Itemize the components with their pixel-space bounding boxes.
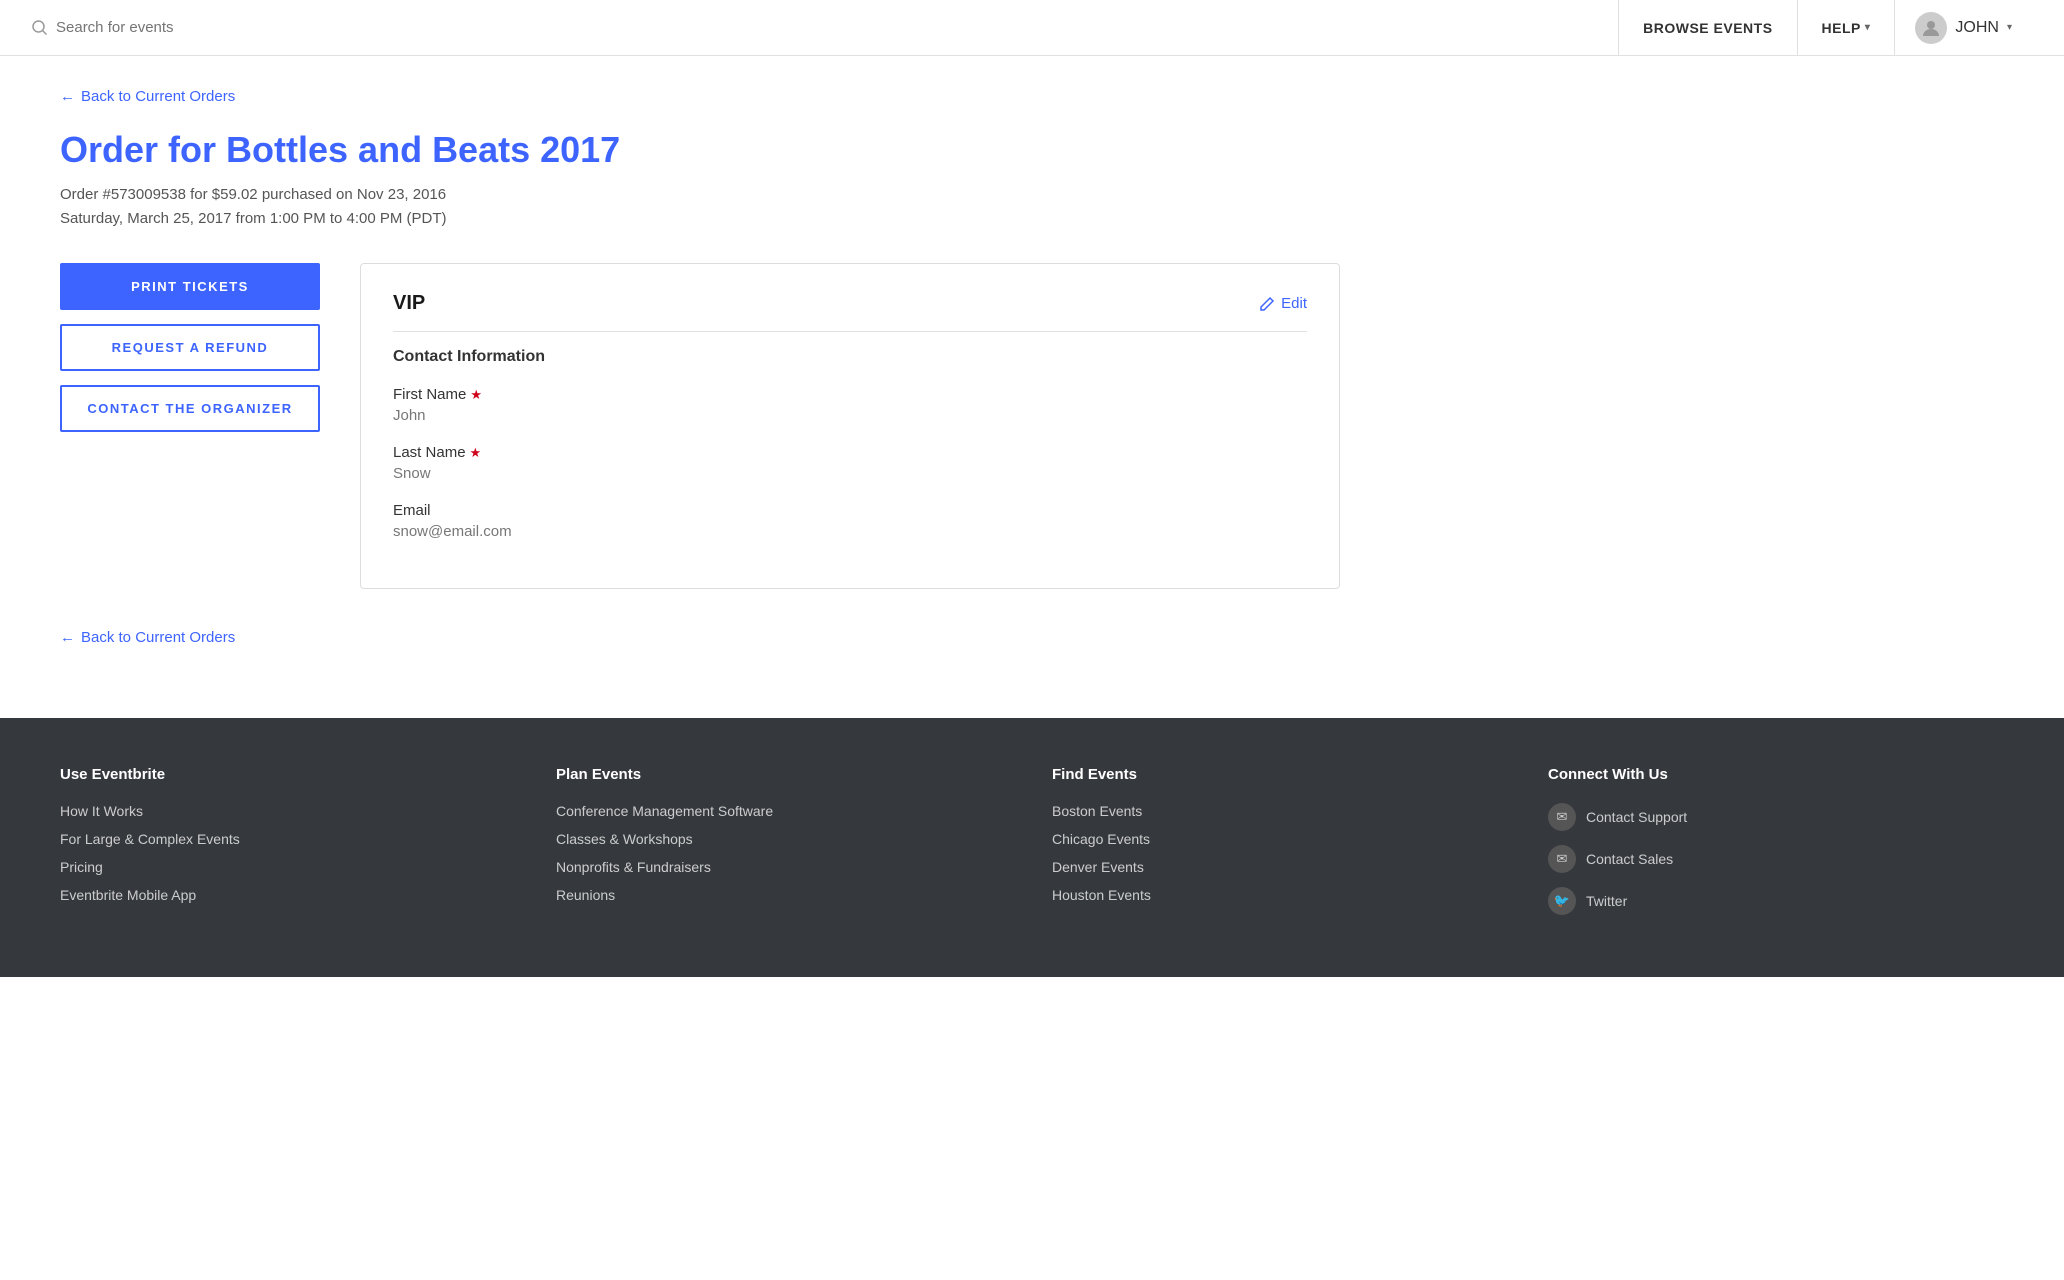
footer-link[interactable]: Chicago Events: [1052, 831, 1508, 847]
social-icon: ✉: [1548, 803, 1576, 831]
footer-col: Find Events Boston Events Chicago Events De…: [1052, 766, 1508, 929]
user-menu[interactable]: JOHN ▾: [1894, 0, 2032, 56]
back-link-top[interactable]: ← Back to Current Orders: [60, 88, 235, 105]
field-label: Last Name ★: [393, 444, 1307, 461]
edit-icon: [1259, 296, 1275, 312]
footer-col-title: Plan Events: [556, 766, 1012, 783]
footer-link[interactable]: Reunions: [556, 887, 1012, 903]
footer-col: Use Eventbrite How It Works For Large & Co…: [60, 766, 516, 929]
print-tickets-button[interactable]: PRINT TICKETS: [60, 263, 320, 310]
field-label: First Name ★: [393, 386, 1307, 403]
search-icon: [32, 20, 48, 36]
content-row: PRINT TICKETS REQUEST A REFUND CONTACT T…: [60, 263, 1340, 589]
edit-link[interactable]: Edit: [1259, 295, 1307, 312]
search-area: [32, 19, 1618, 36]
required-star: ★: [470, 387, 482, 403]
social-label: Contact Sales: [1586, 851, 1673, 867]
contact-organizer-button[interactable]: CONTACT THE ORGANIZER: [60, 385, 320, 432]
footer-link[interactable]: Boston Events: [1052, 803, 1508, 819]
avatar: [1915, 12, 1947, 44]
social-icon: 🐦: [1548, 887, 1576, 915]
help-chevron-icon: ▾: [1865, 22, 1871, 33]
order-meta: Order #573009538 for $59.02 purchased on…: [60, 183, 1340, 231]
social-label: Contact Support: [1586, 809, 1687, 825]
section-title: Contact Information: [393, 348, 1307, 366]
search-input[interactable]: [56, 19, 316, 36]
field-group: Last Name ★ Snow: [393, 444, 1307, 482]
action-buttons: PRINT TICKETS REQUEST A REFUND CONTACT T…: [60, 263, 320, 432]
request-refund-button[interactable]: REQUEST A REFUND: [60, 324, 320, 371]
footer: Use Eventbrite How It Works For Large & Co…: [0, 718, 2064, 977]
event-date: Saturday, March 25, 2017 from 1:00 PM to…: [60, 207, 1340, 231]
field-value: Snow: [393, 465, 1307, 482]
header: BROWSE EVENTS HELP ▾ JOHN ▾: [0, 0, 2064, 56]
event-name: Bottles and Beats 2017: [226, 129, 620, 170]
footer-grid: Use Eventbrite How It Works For Large & Co…: [60, 766, 2004, 929]
order-panel: VIP Edit Contact Information First Name …: [360, 263, 1340, 589]
footer-col-title: Connect With Us: [1548, 766, 2004, 783]
footer-social-link[interactable]: ✉ Contact Support: [1548, 803, 2004, 831]
main-nav: BROWSE EVENTS HELP ▾ JOHN ▾: [1618, 0, 2032, 56]
footer-link[interactable]: For Large & Complex Events: [60, 831, 516, 847]
footer-link[interactable]: Conference Management Software: [556, 803, 1012, 819]
panel-header: VIP Edit: [393, 292, 1307, 332]
footer-link[interactable]: Denver Events: [1052, 859, 1508, 875]
footer-link[interactable]: Pricing: [60, 859, 516, 875]
footer-link[interactable]: Eventbrite Mobile App: [60, 887, 516, 903]
social-icon: ✉: [1548, 845, 1576, 873]
user-chevron-icon: ▾: [2007, 22, 2012, 33]
footer-col-title: Use Eventbrite: [60, 766, 516, 783]
user-name: JOHN: [1955, 19, 1999, 37]
footer-link[interactable]: How It Works: [60, 803, 516, 819]
footer-link[interactable]: Classes & Workshops: [556, 831, 1012, 847]
back-arrow-bottom-icon: ←: [60, 629, 75, 646]
field-group: Email snow@email.com: [393, 502, 1307, 540]
order-title: Order for Bottles and Beats 2017: [60, 129, 1340, 171]
social-label: Twitter: [1586, 893, 1627, 909]
fields-container: First Name ★ John Last Name ★ Snow Email snow…: [393, 386, 1307, 540]
footer-col-title: Find Events: [1052, 766, 1508, 783]
browse-events-nav[interactable]: BROWSE EVENTS: [1618, 0, 1796, 56]
footer-link[interactable]: Nonprofits & Fundraisers: [556, 859, 1012, 875]
footer-col: Connect With Us ✉ Contact Support ✉ Contact …: [1548, 766, 2004, 929]
required-star: ★: [470, 445, 482, 461]
field-group: First Name ★ John: [393, 386, 1307, 424]
order-number: Order #573009538 for $59.02 purchased on…: [60, 183, 1340, 207]
field-label: Email: [393, 502, 1307, 519]
footer-col: Plan Events Conference Management Softwar…: [556, 766, 1012, 929]
main-content: ← Back to Current Orders Order for Bottl…: [0, 56, 1400, 718]
footer-social-link[interactable]: 🐦 Twitter: [1548, 887, 2004, 915]
back-link-bottom[interactable]: ← Back to Current Orders: [60, 629, 235, 646]
help-nav[interactable]: HELP ▾: [1797, 0, 1895, 56]
ticket-type: VIP: [393, 292, 425, 315]
back-arrow-icon: ←: [60, 88, 75, 105]
field-value: John: [393, 407, 1307, 424]
footer-link[interactable]: Houston Events: [1052, 887, 1508, 903]
footer-social-link[interactable]: ✉ Contact Sales: [1548, 845, 2004, 873]
field-value: snow@email.com: [393, 523, 1307, 540]
